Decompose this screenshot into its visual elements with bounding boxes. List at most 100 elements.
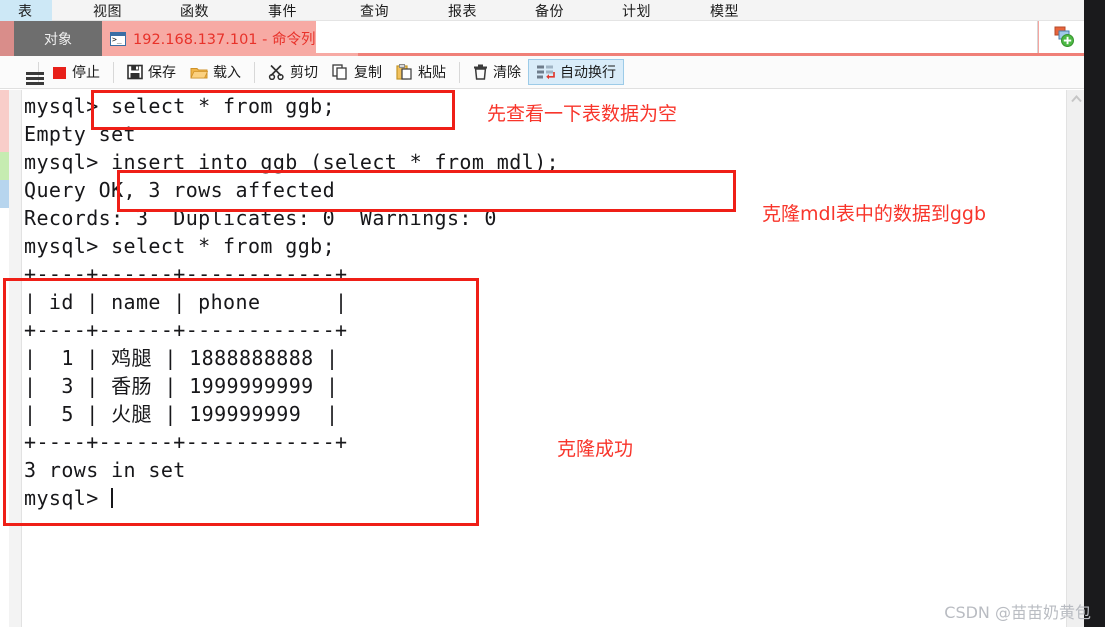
open-folder-icon — [190, 67, 208, 78]
cut-button[interactable]: 剪切 — [261, 59, 325, 85]
menu-item-7[interactable]: 备份 — [535, 1, 564, 21]
menu-item-4[interactable]: 事件 — [268, 1, 297, 21]
menu-item-label: 事件 — [268, 4, 297, 20]
terminal-line: | 1 | 鸡腿 | 1888888888 | — [22, 344, 1066, 372]
scrollbar-up-button[interactable] — [1067, 90, 1085, 108]
toolbar-divider-4 — [459, 61, 460, 83]
terminal-line-text: mysql> select * from ggb; — [24, 94, 336, 118]
menu-item-9[interactable]: 模型 — [710, 1, 739, 21]
paste-button[interactable]: 粘贴 — [389, 59, 453, 85]
command-line-panel: mysql> select * from ggb; Empty set mysql>… — [0, 90, 1105, 627]
stop-button[interactable]: 停止 — [45, 59, 107, 85]
tab-object-label: 对象 — [44, 31, 72, 48]
paste-button-label: 粘贴 — [418, 65, 446, 81]
terminal-line: +----+------+------------+ — [22, 260, 1066, 288]
left-color-strips — [0, 90, 9, 627]
terminal-line-text: mysql> insert into ggb (select * from md… — [24, 150, 559, 174]
window-right-edge — [1084, 0, 1105, 627]
terminal-line: mysql> select * from ggb; — [22, 232, 1066, 260]
terminal-line-text: mysql> select * from ggb; — [24, 234, 336, 258]
clear-button-label: 清除 — [493, 65, 521, 81]
menu-item-8[interactable]: 计划 — [622, 1, 651, 21]
word-wrap-icon — [537, 65, 555, 80]
terminal-line: | 3 | 香肠 | 1999999999 | — [22, 372, 1066, 400]
toolbar-divider-2 — [113, 61, 114, 83]
cut-button-label: 剪切 — [290, 65, 318, 81]
terminal-line-text: | 5 | 火腿 | 199999999 | — [24, 402, 339, 426]
menu-item-label: 视图 — [93, 4, 122, 20]
menu-item-label: 表 — [18, 4, 33, 20]
color-strip-3 — [0, 180, 9, 208]
menu-item-5[interactable]: 查询 — [360, 1, 389, 21]
annotation-3: 克隆成功 — [557, 434, 633, 461]
menu-item-label: 查询 — [360, 4, 389, 20]
new-tab-button[interactable] — [1039, 21, 1089, 53]
save-floppy-icon — [127, 64, 143, 80]
terminal-line: mysql> — [22, 484, 1066, 512]
chevron-up-icon — [1070, 95, 1082, 103]
menu-item-label: 备份 — [535, 4, 564, 20]
terminal-line-text: | 1 | 鸡腿 | 1888888888 | — [24, 346, 339, 370]
watermark: CSDN @苗苗奶黄包 — [944, 603, 1091, 622]
terminal-line: | 5 | 火腿 | 199999999 | — [22, 400, 1066, 428]
terminal-line-text: Query OK, 3 rows affected — [24, 178, 336, 202]
terminal-line-text: +----+------+------------+ — [24, 262, 348, 286]
terminal-line: mysql> insert into ggb (select * from md… — [22, 148, 1066, 176]
copy-icon — [332, 64, 347, 80]
menu-item-label: 函数 — [180, 4, 209, 20]
annotation-text: 克隆成功 — [557, 438, 634, 460]
tab-command-line-label: 192.168.137.101 - 命令列介面 — [133, 32, 345, 48]
terminal-line-text: | id | name | phone | — [24, 290, 348, 314]
terminal-gutter — [9, 90, 22, 627]
main-menubar: 表 视图 函数 事件 查询 报表 备份 计划 模型 — [0, 0, 1105, 21]
annotation-text: 克隆mdl表中的数据到ggb — [762, 203, 987, 225]
terminal-output[interactable]: mysql> select * from ggb; Empty set mysql>… — [22, 90, 1066, 627]
menu-item-1[interactable]: 表 — [18, 1, 33, 21]
clear-button[interactable]: 清除 — [466, 59, 528, 85]
nav-cat-window: 表 视图 函数 事件 查询 报表 备份 计划 模型 对象 192.168.137.101 - 命… — [0, 0, 1105, 627]
scissors-icon — [268, 64, 284, 80]
terminal-cursor — [111, 488, 114, 508]
tab-object[interactable]: 对象 — [14, 21, 102, 56]
tab-strip: 对象 192.168.137.101 - 命令列介面 — [0, 21, 1105, 56]
tab-strip-empty-area — [316, 21, 1038, 53]
terminal-line-text: Records: 3 Duplicates: 0 Warnings: 0 — [24, 206, 497, 230]
toolbar-divider-3 — [254, 61, 255, 83]
terminal-line-text: +----+------+------------+ — [24, 318, 348, 342]
menu-item-3[interactable]: 函数 — [180, 1, 209, 21]
console-icon — [110, 31, 126, 46]
menu-item-label: 模型 — [710, 4, 739, 20]
menu-item-6[interactable]: 报表 — [448, 1, 477, 21]
load-button[interactable]: 载入 — [183, 59, 248, 85]
copy-button-label: 复制 — [354, 65, 382, 81]
menu-item-label: 报表 — [448, 4, 477, 20]
terminal-line: | id | name | phone | — [22, 288, 1066, 316]
terminal-scrollbar[interactable] — [1066, 90, 1084, 627]
save-button[interactable]: 保存 — [120, 59, 183, 85]
save-button-label: 保存 — [148, 65, 176, 81]
word-wrap-button[interactable]: 自动换行 — [528, 59, 624, 85]
terminal-line: +----+------+------------+ — [22, 316, 1066, 344]
annotation-text: 先查看一下表数据为空 — [487, 103, 678, 125]
word-wrap-button-label: 自动换行 — [560, 65, 616, 81]
command-toolbar: 停止 保存 载入 剪切 复制 粘贴 清除 自动换行 — [0, 56, 1105, 89]
terminal-line-text: mysql> — [24, 486, 112, 510]
terminal-line: 3 rows in set — [22, 456, 1066, 484]
color-strip-2 — [0, 152, 9, 180]
load-button-label: 载入 — [213, 65, 241, 81]
annotation-2: 克隆mdl表中的数据到ggb — [762, 199, 986, 226]
tab-strip-left-edge — [0, 21, 14, 56]
paste-clipboard-icon — [396, 64, 412, 80]
terminal-line-text: +----+------+------------+ — [24, 430, 348, 454]
menu-item-2[interactable]: 视图 — [93, 1, 122, 21]
copy-button[interactable]: 复制 — [325, 59, 389, 85]
terminal-line-text: Empty set — [24, 122, 136, 146]
menu-item-label: 计划 — [622, 4, 651, 20]
new-tab-plus-icon — [1054, 26, 1074, 47]
stop-button-label: 停止 — [72, 65, 100, 81]
stop-icon — [53, 66, 66, 79]
terminal-line-text: 3 rows in set — [24, 458, 186, 482]
trash-icon — [474, 64, 487, 80]
color-strip-1 — [0, 90, 9, 152]
annotation-1: 先查看一下表数据为空 — [487, 99, 677, 126]
